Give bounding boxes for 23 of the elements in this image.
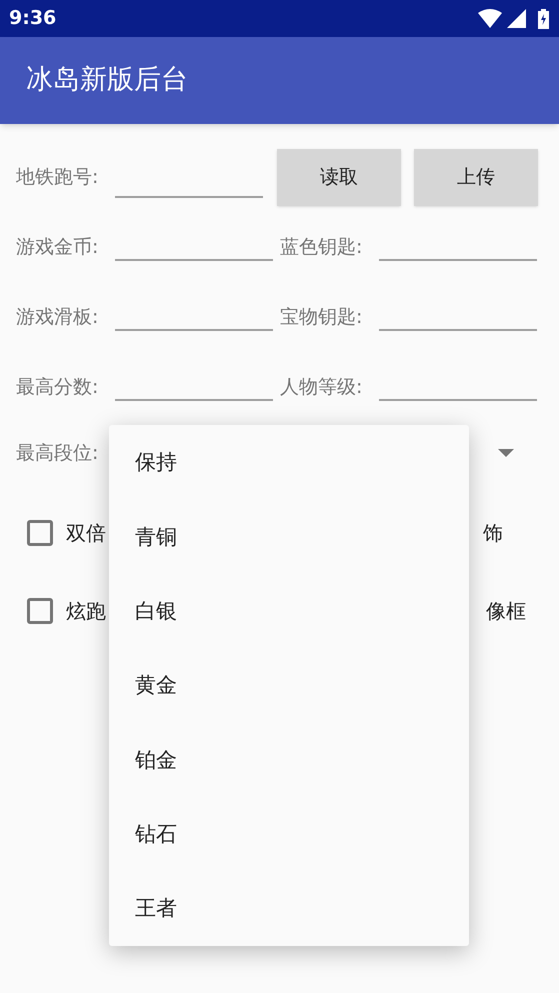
field-label: 游戏金币: [16,234,100,260]
field-label: 蓝色钥匙: [280,234,364,260]
field-label: 最高段位: [16,440,100,466]
status-time: 9:36 [9,6,56,32]
checkbox-label: 饰 [483,520,503,547]
field-label: 宝物钥匙: [280,304,364,330]
field-label: 人物等级: [280,374,364,400]
app-title: 冰岛新版后台 [26,63,188,98]
menu-item[interactable]: 青铜 [109,500,469,575]
menu-item[interactable]: 保持 [109,426,469,500]
action-button[interactable]: 上传 [414,149,538,206]
field-label: 游戏滑板: [16,304,100,330]
action-button[interactable]: 读取 [277,149,401,206]
checkbox-label: 像框 [486,598,526,625]
checkbox-label: 双倍 [66,520,106,547]
menu-item[interactable]: 王者 [109,872,469,946]
checkbox-label: 炫跑 [66,598,106,625]
menu-item[interactable]: 钻石 [109,797,469,872]
menu-item[interactable]: 白银 [109,574,469,649]
menu-item[interactable]: 铂金 [109,723,469,798]
menu-item[interactable]: 黄金 [109,648,469,724]
field-label: 地铁跑号: [16,165,100,190]
field-label: 最高分数: [16,374,100,400]
